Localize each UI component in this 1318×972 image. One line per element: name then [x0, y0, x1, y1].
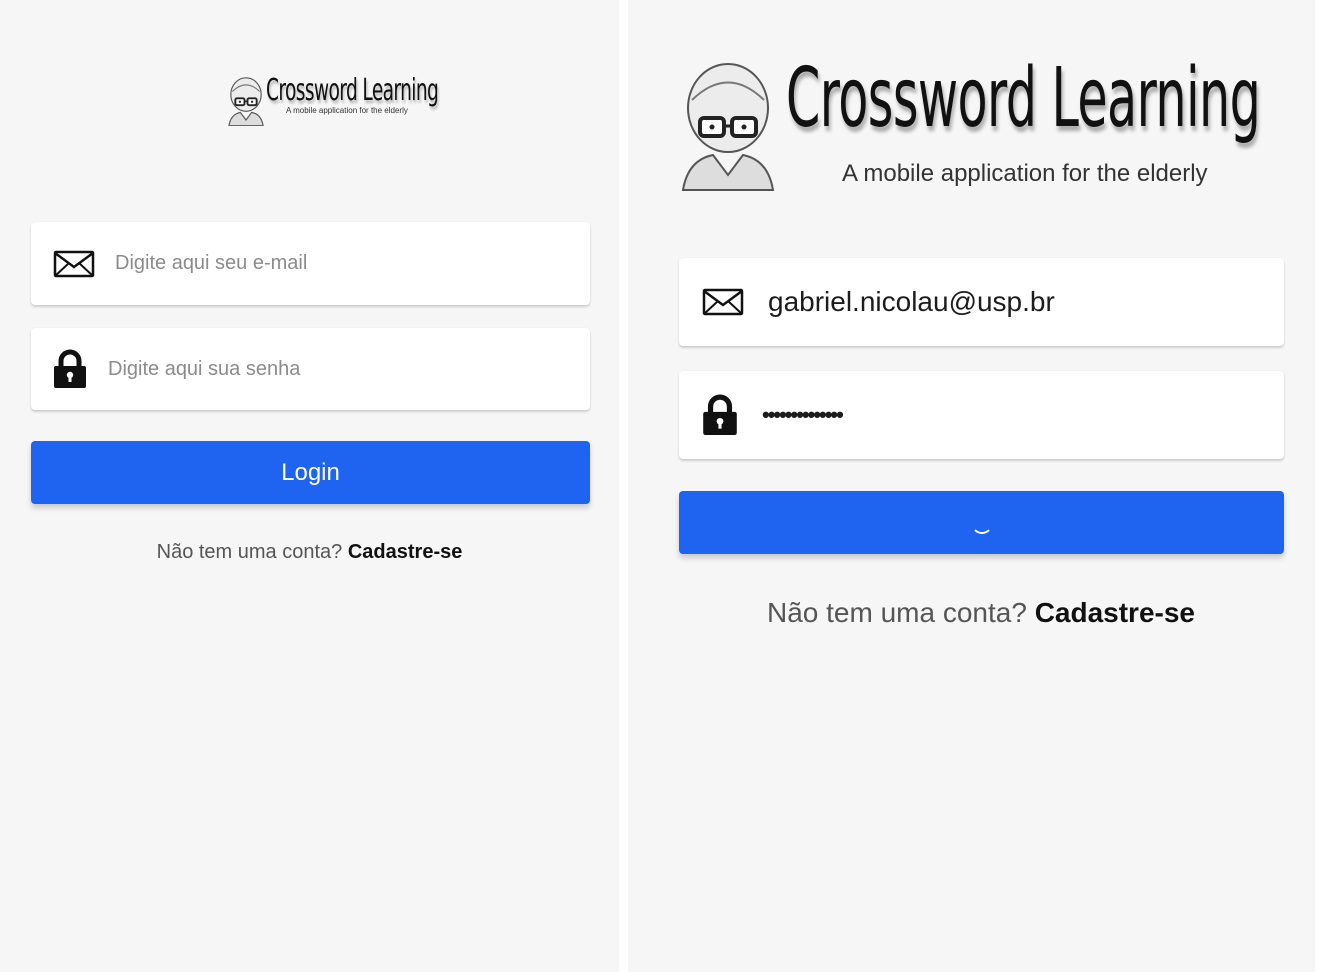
- elderly-face-logo-icon: [681, 63, 775, 191]
- password-placeholder: Digite aqui sua senha: [108, 357, 301, 380]
- signup-prompt: Não tem uma conta? Cadastre-se: [628, 597, 1315, 629]
- app-logo: Crossword Learning A mobile application …: [227, 73, 439, 126]
- elderly-face-logo-icon: [228, 77, 264, 126]
- email-value: gabriel.nicolau@usp.br: [768, 286, 1055, 317]
- logo-title: Crossword Learning: [266, 73, 439, 108]
- signup-prompt-text: Não tem uma conta?: [156, 541, 343, 563]
- signup-link[interactable]: Cadastre-se: [348, 541, 463, 563]
- app-logo: Crossword Learning A mobile application …: [678, 54, 1278, 196]
- signup-prompt: Não tem uma conta? Cadastre-se: [0, 541, 619, 564]
- signup-link[interactable]: Cadastre-se: [1035, 597, 1195, 628]
- envelope-icon: [53, 250, 95, 278]
- login-screen-filled: Crossword Learning A mobile application …: [628, 0, 1315, 972]
- password-field[interactable]: Digite aqui sua senha: [31, 328, 590, 410]
- login-screen-empty: Crossword Learning A mobile application …: [0, 0, 619, 972]
- email-field[interactable]: gabriel.nicolau@usp.br: [679, 258, 1284, 346]
- logo-subtitle: A mobile application for the elderly: [842, 160, 1208, 187]
- email-field[interactable]: Digite aqui seu e-mail: [31, 222, 590, 305]
- password-field[interactable]: ••••••••••••••: [679, 371, 1284, 459]
- password-value: ••••••••••••••: [762, 402, 844, 427]
- lock-icon: [53, 349, 87, 389]
- login-button-label: Login: [281, 458, 340, 486]
- lock-icon: [702, 394, 738, 436]
- logo-title: Crossword Learning: [786, 51, 1261, 146]
- email-placeholder: Digite aqui seu e-mail: [115, 252, 308, 274]
- login-button[interactable]: Login: [31, 441, 590, 504]
- login-button[interactable]: [679, 491, 1284, 554]
- signup-prompt-text: Não tem uma conta?: [766, 597, 1027, 628]
- loading-spinner-icon: [970, 512, 993, 534]
- envelope-icon: [702, 288, 744, 316]
